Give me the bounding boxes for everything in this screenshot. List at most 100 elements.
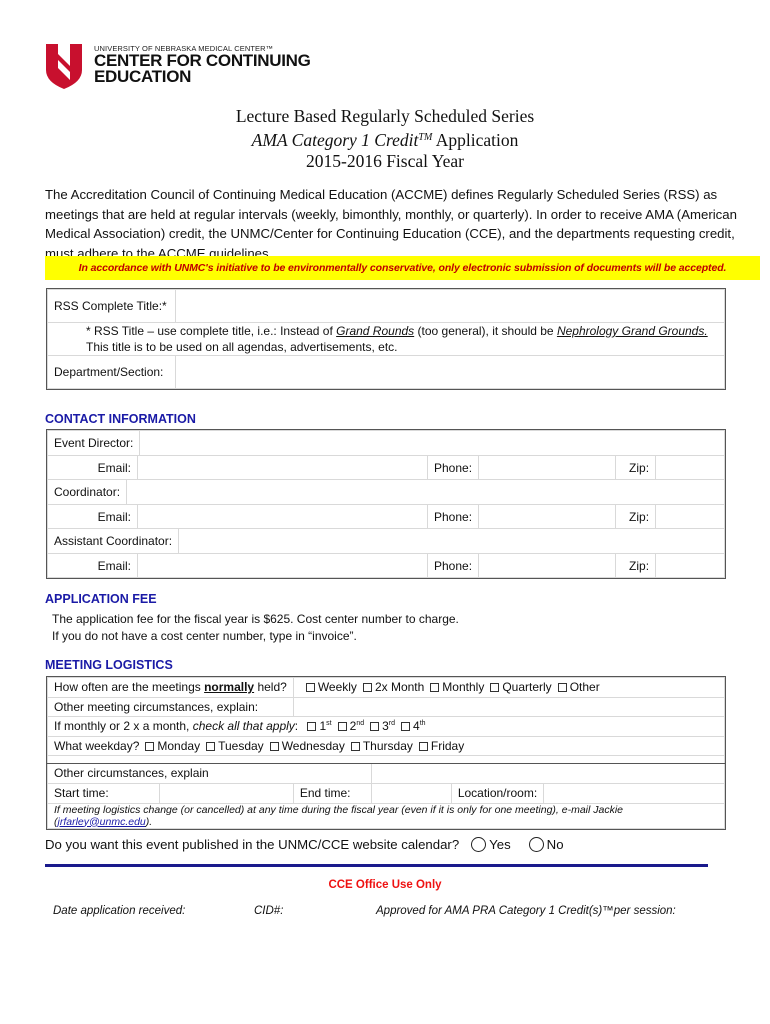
start-time-label: Start time: [48, 783, 160, 803]
department-label: Department/Section: [47, 355, 176, 389]
checkbox-icon[interactable] [350, 741, 360, 751]
location-field[interactable] [543, 782, 725, 804]
zip-label: Zip: [615, 553, 657, 578]
zip-label: Zip: [615, 455, 657, 480]
contact-name-row: Coordinator: [47, 479, 725, 505]
checkbox-icon[interactable] [362, 683, 372, 693]
zip-field[interactable] [655, 553, 725, 578]
logistics-change-note: If meeting logistics change (or cancelle… [47, 802, 725, 829]
zip-field[interactable] [655, 455, 725, 480]
zip-label: Zip: [615, 504, 657, 529]
intro-paragraph: The Accreditation Council of Continuing … [45, 187, 737, 261]
publish-question-row: Do you want this event published in the … [45, 837, 564, 852]
email-label: Email: [47, 455, 138, 480]
contact-details-row: Email: Phone: Zip: [47, 455, 725, 480]
rss-title-label: RSS Complete Title:* [47, 289, 176, 323]
email-field[interactable] [137, 504, 428, 529]
other-meeting-label: Other meeting circumstances, explain: [47, 696, 294, 717]
contact-table: Event Director: Email: Phone: Zip: Coord… [46, 429, 726, 579]
week-of-month-row: If monthly or 2 x a month, check all tha… [47, 716, 725, 737]
approved-credits-label: Approved for AMA PRA Category 1 Credit(s… [376, 905, 676, 917]
publish-question: Do you want this event published in the … [45, 837, 460, 852]
week-option-4[interactable]: 4th [395, 719, 426, 733]
zip-field[interactable] [655, 504, 725, 529]
frequency-option-other[interactable]: Other [552, 680, 600, 694]
email-label: Email: [47, 553, 138, 578]
publish-no-radio[interactable] [528, 837, 544, 852]
jackie-email-link[interactable]: jrfarley@unmc.edu [58, 816, 146, 828]
title-line-2: AMA Category 1 CreditTM Application [251, 130, 519, 150]
frequency-option-2x-month[interactable]: 2x Month [357, 680, 424, 694]
cid-label: CID#: [254, 905, 284, 917]
contact-role-label: Coordinator: [48, 480, 128, 504]
phone-label: Phone: [426, 455, 480, 480]
week-option-2[interactable]: 2nd [332, 719, 364, 733]
checkbox-icon[interactable] [418, 741, 428, 751]
checkbox-icon[interactable] [557, 683, 567, 693]
date-received-label: Date application received: [53, 905, 186, 917]
other-meeting-field[interactable] [292, 696, 726, 717]
week-option-3[interactable]: 3rd [364, 719, 395, 733]
unmc-shield-n-icon [46, 44, 82, 89]
contact-role-label: Event Director: [48, 431, 141, 455]
weekday-option-thursday[interactable]: Thursday [345, 739, 413, 753]
meeting-logistics-heading: MEETING LOGISTICS [45, 658, 173, 672]
frequency-option-quarterly[interactable]: Quarterly [484, 680, 552, 694]
checkbox-icon[interactable] [430, 683, 440, 693]
checkbox-icon[interactable] [370, 722, 380, 732]
section-divider [45, 864, 708, 867]
location-label: Location/room: [450, 782, 545, 804]
rss-title-field[interactable] [175, 289, 725, 323]
weekday-option-tuesday[interactable]: Tuesday [200, 739, 264, 753]
weekday-option-friday[interactable]: Friday [413, 739, 464, 753]
office-use-heading: CCE Office Use Only [328, 879, 442, 891]
phone-label: Phone: [426, 553, 480, 578]
checkbox-icon[interactable] [305, 683, 315, 693]
document-title: Lecture Based Regularly Scheduled Series… [0, 106, 770, 172]
contact-details-row: Email: Phone: Zip: [47, 504, 725, 529]
other-circumstances-field[interactable] [370, 763, 726, 784]
contact-details-row: Email: Phone: Zip: [47, 553, 725, 578]
contact-name-row: Event Director: [47, 430, 725, 456]
email-field[interactable] [137, 553, 428, 578]
phone-field[interactable] [478, 553, 617, 578]
contact-name-field[interactable] [140, 431, 724, 455]
email-label: Email: [47, 504, 138, 529]
spacer-row [47, 755, 725, 764]
title-line-1: Lecture Based Regularly Scheduled Series [235, 106, 535, 126]
checkbox-icon[interactable] [337, 722, 347, 732]
electronic-submission-notice: In accordance with UNMC's initiative to … [45, 256, 760, 280]
checkbox-icon[interactable] [206, 741, 216, 751]
contact-information-heading: CONTACT INFORMATION [45, 412, 196, 426]
logo-education: EDUCATION [94, 67, 192, 86]
checkbox-icon[interactable] [307, 722, 317, 732]
other-circumstances-label: Other circumstances, explain [47, 763, 372, 784]
department-field[interactable] [175, 355, 725, 389]
contact-name-field[interactable] [179, 529, 724, 553]
checkbox-icon[interactable] [269, 741, 279, 751]
start-time-row: Start time: [47, 782, 294, 804]
end-time-label: End time: [292, 782, 372, 804]
title-line-3: 2015-2016 Fiscal Year [306, 151, 464, 171]
checkbox-icon[interactable] [490, 683, 500, 693]
contact-name-field[interactable] [127, 480, 724, 504]
frequency-options: Weekly 2x Month Monthly Quarterly Other [292, 677, 726, 698]
contact-role-label: Assistant Coordinator: [48, 529, 180, 553]
rss-title-table: RSS Complete Title:* * RSS Title – use c… [46, 288, 726, 390]
end-time-field[interactable] [370, 782, 452, 804]
weekday-option-monday[interactable]: Monday [139, 739, 200, 753]
publish-yes-radio[interactable] [471, 837, 487, 852]
checkbox-icon[interactable] [145, 741, 155, 751]
checkbox-icon[interactable] [401, 722, 411, 732]
meeting-logistics-table: How often are the meetings normally held… [46, 676, 726, 830]
week-option-1[interactable]: 1st [301, 719, 332, 733]
rss-title-note: * RSS Title – use complete title, i.e.: … [47, 322, 725, 356]
weekday-option-wednesday[interactable]: Wednesday [264, 739, 345, 753]
frequency-option-monthly[interactable]: Monthly [424, 680, 484, 694]
frequency-label: How often are the meetings normally held… [47, 677, 294, 698]
email-field[interactable] [137, 455, 428, 480]
phone-field[interactable] [478, 455, 617, 480]
frequency-option-weekly[interactable]: Weekly [300, 680, 357, 694]
phone-field[interactable] [478, 504, 617, 529]
start-time-field[interactable] [160, 784, 293, 803]
